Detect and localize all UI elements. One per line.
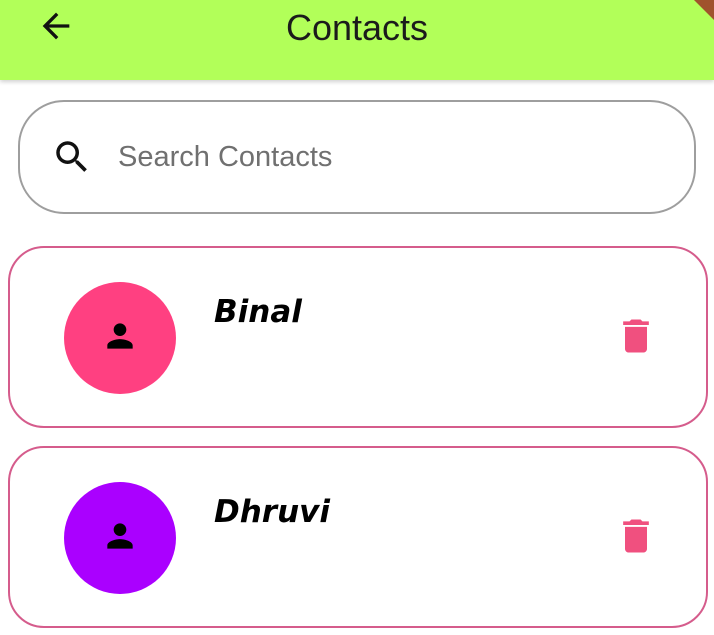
avatar	[64, 282, 176, 394]
contact-name: Dhruvi	[214, 494, 330, 530]
contact-card[interactable]: Dhruvi	[8, 446, 708, 628]
contacts-screen: Contacts Binal	[0, 0, 714, 635]
contact-name: Binal	[214, 294, 302, 330]
delete-button[interactable]	[614, 316, 658, 360]
delete-button[interactable]	[614, 516, 658, 560]
delete-icon	[614, 314, 658, 363]
app-bar: Contacts	[0, 0, 714, 80]
search-icon	[50, 135, 94, 179]
search-field[interactable]	[18, 100, 696, 214]
person-icon	[101, 317, 139, 360]
page-title: Contacts	[285, 7, 429, 48]
contact-card[interactable]: Binal	[8, 246, 708, 428]
avatar	[64, 482, 176, 594]
person-icon	[101, 517, 139, 560]
debug-banner	[674, 0, 714, 20]
search-input[interactable]	[116, 139, 640, 175]
delete-icon	[614, 514, 658, 563]
